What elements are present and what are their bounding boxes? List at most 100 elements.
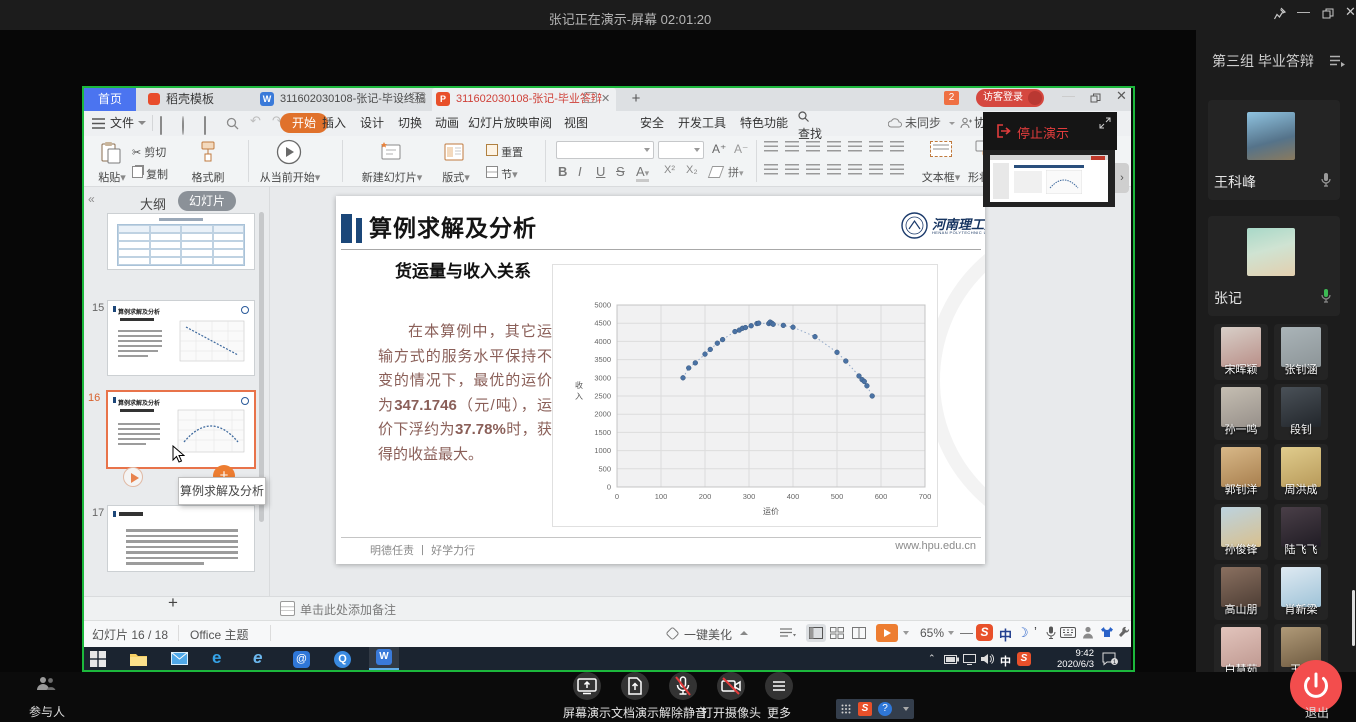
tab-presentation-active[interactable]: P 311602030108-张记-毕业答辩 ✕ (432, 88, 616, 111)
text-box-button[interactable]: 文本框▾ (918, 169, 964, 185)
new-slide-icon[interactable] (378, 141, 402, 163)
participant-tile-small[interactable]: 周洪成 (1274, 444, 1328, 500)
paragraph-format-icon[interactable] (827, 164, 841, 175)
font-size-select[interactable] (658, 141, 704, 159)
paste-icon[interactable] (100, 141, 122, 165)
participant-tile-small[interactable]: 宋晖颖 (1214, 324, 1268, 380)
preview-collapse-handle[interactable]: › (1115, 163, 1129, 193)
paragraph-format-icon[interactable] (848, 141, 862, 152)
tab-home[interactable]: 首页 (84, 88, 136, 111)
beautify-button[interactable]: 一键美化 (684, 626, 732, 643)
bold-button[interactable]: B (558, 164, 567, 179)
edge-icon[interactable]: e (212, 648, 221, 668)
ime-keyboard-icon[interactable] (1060, 627, 1076, 638)
text-box-icon[interactable] (930, 141, 952, 157)
tray-clock[interactable]: 9:42 2020/6/3 (1038, 649, 1094, 670)
sidebar-scrollbar[interactable] (1352, 590, 1355, 646)
at-app-icon[interactable]: @ (293, 651, 310, 668)
window-count-badge[interactable]: 2 (944, 91, 959, 105)
slide-thumbnail-table[interactable] (107, 213, 255, 270)
menu-tab-1[interactable]: 插入 (322, 111, 346, 136)
participants-label[interactable]: 参与人 (22, 703, 72, 720)
slideshow-caret[interactable] (903, 631, 909, 635)
participant-list-icon[interactable] (1330, 55, 1346, 67)
ime-punctuation-icon[interactable]: ’ (1034, 624, 1037, 639)
copy-button[interactable]: 复制 (132, 166, 168, 182)
menu-tab-active-0[interactable]: 开始 (280, 113, 328, 133)
layout-button[interactable]: 版式▾ (438, 169, 474, 185)
paragraph-format-icon[interactable] (890, 141, 904, 152)
stop-share-label[interactable]: 停止演示 (1017, 123, 1069, 142)
ime-person-icon[interactable] (1082, 626, 1094, 639)
paragraph-format-icon[interactable] (890, 164, 904, 175)
chart-container[interactable]: 0500100015002000250030003500400045005000… (552, 264, 938, 527)
menu-tab-5[interactable]: 幻灯片放映 (468, 111, 528, 136)
underline-button[interactable]: U (596, 164, 605, 179)
slideshow-button[interactable] (876, 624, 898, 642)
participant-tile-small[interactable]: 段钊 (1274, 384, 1328, 440)
section-button[interactable]: 节▾ (486, 166, 518, 182)
slide-canvas[interactable]: 算例求解及分析 河南理工大学 HENAN POLYTECHNIC UNIVERS… (336, 196, 985, 564)
ie-icon[interactable]: e (253, 648, 262, 668)
play-from-current-button[interactable]: 从当前开始▾ (250, 169, 330, 185)
menu-find[interactable]: 查找 (798, 111, 822, 136)
strikethrough-button[interactable]: S (616, 164, 625, 179)
action-center-icon[interactable]: 1 (1102, 652, 1118, 666)
reset-button[interactable]: 重置 (486, 144, 523, 160)
mail-icon[interactable] (171, 652, 188, 665)
restore-button[interactable] (1322, 8, 1334, 20)
format-painter-icon[interactable] (198, 141, 218, 163)
panel-scrollbar[interactable] (259, 212, 264, 522)
statusbar-theme[interactable]: Office 主题 (190, 626, 248, 643)
tray-display-icon[interactable] (963, 654, 976, 665)
layout-icon[interactable] (444, 142, 464, 162)
new-tab-button[interactable]: + (626, 88, 646, 111)
menu-tab-10[interactable]: 特色功能 (740, 111, 788, 136)
more-button[interactable] (765, 672, 793, 700)
sogou-logo-icon[interactable]: S (976, 624, 993, 641)
file-explorer-icon[interactable] (130, 652, 147, 666)
font-name-select[interactable] (556, 141, 654, 159)
ime-moon-icon[interactable]: ☽ (1017, 625, 1029, 641)
notes-toggle-icon[interactable] (780, 628, 796, 639)
font-size-caret[interactable] (694, 148, 700, 152)
beautify-icon[interactable] (666, 627, 679, 640)
panel-collapse-icon[interactable]: « (88, 192, 95, 206)
comment-bubble-icon[interactable] (584, 92, 597, 103)
wps-taskbar-icon-active[interactable]: W (369, 647, 399, 670)
beautify-caret[interactable] (740, 631, 748, 635)
participant-tile-small[interactable]: 孙一鸣 (1214, 384, 1268, 440)
tab-writer-doc[interactable]: W 311602030108-张记-毕设终稿 (256, 88, 428, 111)
menu-tab-3[interactable]: 切换 (398, 111, 422, 136)
decrease-font-button[interactable]: A⁻ (734, 142, 748, 156)
paragraph-format-icon[interactable] (827, 141, 841, 152)
subscript-button[interactable]: X₂ (686, 164, 698, 176)
tray-battery-icon[interactable] (944, 655, 959, 664)
meeting-control-more[interactable]: 更多 (741, 672, 817, 722)
new-slide-button[interactable]: 新建幻灯片▾ (352, 169, 432, 185)
paragraph-format-icon[interactable] (764, 141, 778, 152)
paragraph-format-icon[interactable] (785, 141, 799, 152)
participant-tile-small[interactable]: 肖新梁 (1274, 564, 1328, 620)
zoom-level[interactable]: 65% (920, 626, 944, 640)
sync-status[interactable]: 未同步 (905, 111, 941, 136)
slide-thumbnail-17[interactable] (107, 505, 255, 572)
start-button[interactable] (90, 651, 106, 667)
q-app-icon[interactable]: Q (334, 651, 351, 668)
tab-outline[interactable]: 大纲 (140, 194, 166, 213)
paragraph-format-icon[interactable] (848, 164, 862, 175)
view-normal-button-active[interactable] (806, 624, 826, 642)
ime-skin-icon[interactable] (1100, 626, 1114, 638)
paragraph-format-icon[interactable] (764, 164, 778, 175)
tab-docer[interactable]: 稻壳模板 (140, 88, 252, 111)
zoom-out-button[interactable]: — (960, 625, 973, 640)
menu-tab-6[interactable]: 审阅 (528, 111, 552, 136)
paragraph-format-icon[interactable] (806, 164, 820, 175)
paragraph-format-icon[interactable] (869, 164, 883, 175)
superscript-button[interactable]: X² (664, 164, 675, 176)
font-name-caret[interactable] (644, 148, 650, 152)
italic-button[interactable]: I (578, 164, 582, 179)
guest-login-button[interactable]: 访客登录 (976, 89, 1044, 107)
comment-bubble-icon[interactable] (412, 92, 425, 103)
participant-tile-small[interactable]: 郭钊洋 (1214, 444, 1268, 500)
